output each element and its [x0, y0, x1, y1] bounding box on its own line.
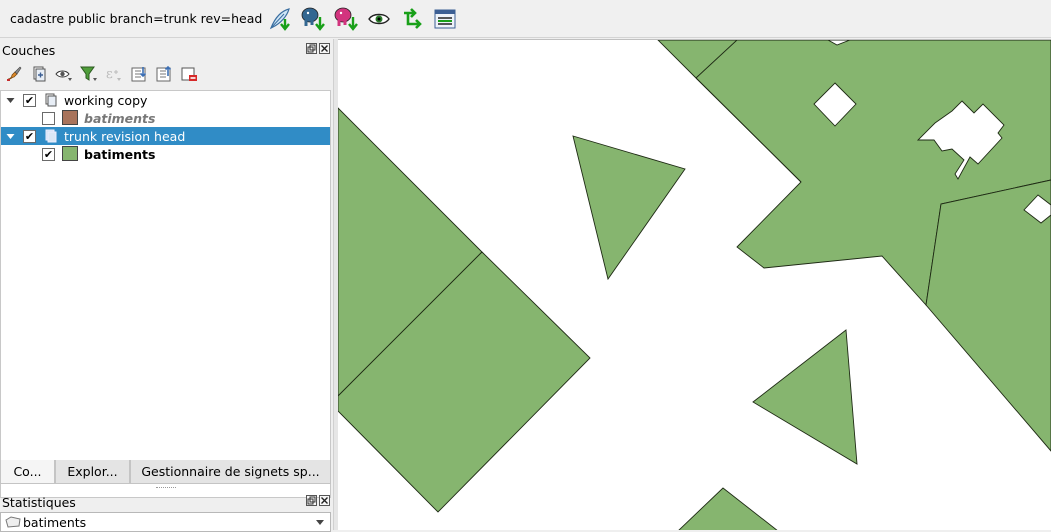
- collapse-all-button[interactable]: [154, 64, 174, 84]
- tree-row-working-copy[interactable]: ✔ working copy: [1, 91, 330, 109]
- list-button[interactable]: [431, 5, 459, 33]
- branch-arrow-icon: [404, 7, 423, 29]
- expand-all-button[interactable]: [129, 64, 149, 84]
- tab-spatial-bookmarks[interactable]: Gestionnaire de signets sp...: [130, 460, 331, 484]
- building-polygon: [925, 179, 1051, 452]
- layer-checkbox[interactable]: ✔: [23, 93, 36, 107]
- tree-row-batiments-working[interactable]: batiments: [1, 109, 330, 127]
- layer-tree: ✔ working copy batiments ✔ trunk revisio…: [0, 90, 331, 498]
- stats-dock-header: Statistiques: [0, 493, 333, 511]
- layer-group-icon: [44, 129, 58, 143]
- feather-pen-icon: [270, 7, 291, 31]
- float-dock-icon[interactable]: [306, 495, 317, 506]
- symbol-swatch: [62, 146, 78, 161]
- building-polygon: [572, 135, 686, 281]
- layers-panel-title: Couches: [2, 42, 56, 58]
- layer-checkbox[interactable]: ✔: [42, 147, 55, 161]
- tab-label: Co...: [13, 464, 42, 479]
- tab-label: Explor...: [67, 464, 118, 479]
- remove-layer-button[interactable]: [179, 64, 199, 84]
- layers-dock-header: Couches: [0, 41, 333, 59]
- tree-row-label: trunk revision head: [64, 128, 186, 144]
- panel-tab-bar: Co... Explor... Gestionnaire de signets …: [0, 460, 333, 484]
- tab-layers[interactable]: Co...: [0, 460, 55, 484]
- upload-blue-db-button[interactable]: [299, 5, 327, 33]
- close-dock-icon[interactable]: [319, 495, 330, 506]
- close-dock-icon[interactable]: [319, 43, 330, 54]
- remove-layer-icon: [181, 67, 197, 81]
- float-dock-icon[interactable]: [306, 43, 317, 54]
- building-polygon: [752, 329, 858, 465]
- toolbar-title: cadastre public branch=trunk rev=head: [10, 11, 263, 26]
- stats-layer-combo[interactable]: batiments: [0, 512, 331, 532]
- eye-icon: [368, 13, 391, 24]
- layer-group-icon: [44, 93, 58, 107]
- style-layer-button[interactable]: [4, 64, 24, 84]
- postgres-elephant-blue-icon: [301, 7, 326, 31]
- layers-toolbar: ε: [0, 63, 199, 85]
- map-features: [338, 40, 1051, 530]
- filter-icon: [80, 66, 97, 81]
- branch-button[interactable]: [398, 5, 426, 33]
- tree-row-label: batiments: [84, 146, 156, 162]
- chevron-down-icon[interactable]: [5, 95, 15, 105]
- dock-splitter-handle[interactable]: [156, 487, 176, 489]
- layer-checkbox[interactable]: ✔: [23, 129, 36, 143]
- add-group-icon: [33, 66, 46, 82]
- eye-menu-icon: [55, 70, 72, 81]
- expression-filter-icon: ε: [106, 67, 121, 82]
- tree-row-batiments-trunk[interactable]: ✔ batiments: [1, 145, 330, 163]
- chevron-down-icon[interactable]: [316, 520, 324, 525]
- tree-row-trunk-revision-head[interactable]: ✔ trunk revision head: [1, 127, 330, 145]
- upload-pink-db-button[interactable]: [332, 5, 360, 33]
- polygon-layer-icon: [5, 516, 21, 531]
- left-dock-panel: Couches ε ✔ working copy batiments ✔ tru…: [0, 39, 333, 532]
- stats-panel-title: Statistiques: [2, 494, 76, 510]
- visibility-menu-button[interactable]: [54, 64, 74, 84]
- building-polygon: [678, 487, 778, 530]
- postgres-elephant-pink-icon: [334, 7, 359, 31]
- commit-button[interactable]: [266, 5, 294, 33]
- collapse-all-icon: [156, 65, 172, 82]
- chevron-down-icon[interactable]: [5, 131, 15, 141]
- map-canvas[interactable]: [338, 39, 1051, 530]
- tab-label: Gestionnaire de signets sp...: [141, 464, 320, 479]
- combo-value: batiments: [23, 514, 87, 530]
- add-group-button[interactable]: [29, 64, 49, 84]
- view-button[interactable]: [365, 5, 393, 33]
- layer-checkbox[interactable]: [42, 111, 55, 125]
- symbol-swatch: [62, 110, 78, 125]
- tree-row-label: batiments: [84, 110, 156, 126]
- plugin-toolbar: cadastre public branch=trunk rev=head: [0, 0, 1051, 38]
- svg-text:ε: ε: [106, 67, 113, 82]
- paint-brush-icon: [7, 66, 22, 81]
- expand-all-icon: [131, 67, 147, 82]
- tree-row-label: working copy: [64, 92, 148, 108]
- filter-legend-button[interactable]: [79, 64, 99, 84]
- list-icon: [434, 9, 456, 28]
- filter-expression-button[interactable]: ε: [104, 64, 124, 84]
- tab-explorer[interactable]: Explor...: [55, 460, 130, 484]
